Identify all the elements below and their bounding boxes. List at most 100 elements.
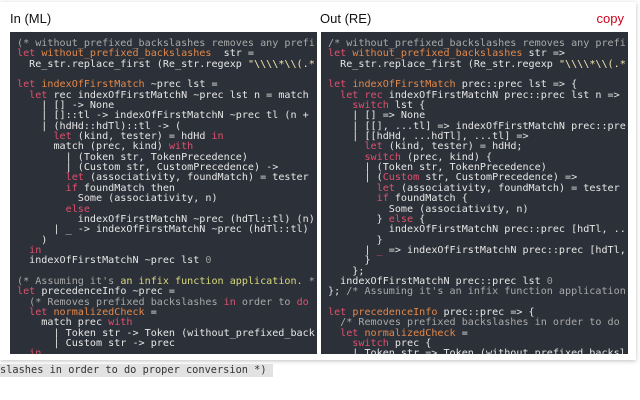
code-token: switch [328,151,408,163]
code-token: Re_str.replace_first (Re_str.regexp [328,58,559,70]
code-token: str => [522,48,566,60]
code-token: prec::prec => { [437,306,535,318]
code-token: 0 [546,275,553,287]
code-token: indexOfFirstMatchN prec::prec lst n => [388,89,620,101]
code-token: let [328,141,389,153]
code-token: indexOfFirstMatchN prec::prec lst [328,275,547,287]
code-token: with [108,317,133,329]
output-label: Out (RE) [320,11,372,26]
code-token: lst { [394,100,426,112]
code-token: (* Assuming it's [17,275,121,287]
code-token: let [17,89,54,101]
code-token: ) [17,234,48,246]
code-token: }; [328,286,347,298]
code-token: (associativity, foundMatch) = tester [400,182,620,194]
code-token: match (prec, kind) [17,141,169,153]
code-token: do [296,296,309,308]
code-token: let [328,79,353,91]
code-token: = [455,327,468,339]
code-token: Custom [382,172,420,184]
code-token: Some (associativity, n) [17,193,218,205]
code-token: without_prefixed_backslashes [352,48,523,60]
code-line: Re_str.replace_first (Re_str.regexp "\\\… [328,58,628,70]
code-token: match prec [17,317,109,329]
code-token: foundMatch { [394,193,468,205]
code-token: prec::prec lst => { [455,79,578,91]
code-token: indexOfFirstMatchN ~prec (hdTl::tl) (n) [17,213,315,225]
code-token: | ( [328,172,383,184]
code-token: } [328,234,383,246]
code-token: with [168,141,194,153]
code-token: Re_str.replace_first (Re_str.regexp [17,58,248,70]
code-line: } [328,256,628,266]
code-line: }; /* Assuming it's an infix function ap… [328,287,628,297]
input-label: In (ML) [10,11,52,26]
code-token: /* Removes prefixed backslashes in order… [328,317,620,329]
code-token: in [17,244,42,256]
code-token: (associativity, foundMatch) = tester [89,172,309,184]
code-token: let [17,172,90,184]
code-token: let [17,306,54,318]
code-line: | Custom str -> prec [17,338,317,349]
code-token: in [17,348,42,354]
copy-button[interactable]: copy [597,11,624,26]
code-token: in [223,296,236,308]
code-token: indexOfFirstMatch [41,79,145,91]
code-token: str = [211,48,255,60]
background-page-text: slashes in order to do proper conversion… [0,364,273,377]
code-token: = [144,306,157,318]
code-token: if [17,182,84,194]
code-token: "\\\\*\\(.* [558,58,626,70]
converter-panel: In (ML) Out (RE) copy (* without_prefixe… [0,2,636,360]
code-token: foundMatch then [83,182,176,194]
input-code-editor[interactable]: (* without_prefixed_backslashes removes … [10,32,317,354]
code-token: normalizedCheck [364,327,456,339]
code-token: let [328,327,365,339]
code-token: } [328,255,371,267]
code-line: in [17,349,317,354]
code-token: (kind, tester) = hdHd; [388,141,523,153]
code-line: Re_str.replace_first (Re_str.regexp "\\\… [17,58,317,70]
code-token: indexOfFirstMatchN ~prec lst [17,255,206,267]
code-token: rec indexOfFirstMatchN ~prec lst n = mat… [53,89,309,101]
code-token: let rec [328,89,389,101]
code-token: indexOfFirstMatchN prec::prec [hdTl, ... [328,224,628,236]
code-line: | Token str => Token (without_prefixed_b… [328,349,628,354]
code-token: | Token str => Token (without_prefixed_b… [328,348,626,354]
code-token: 0 [205,255,212,267]
code-token: | (Token str, TokenPrecedence) [17,151,248,163]
code-token: an infix function application. [120,275,303,287]
code-token: }; [328,265,365,277]
code-token: | [[], ...tl] => indexOfFirstMatchN prec… [328,120,626,132]
code-token: } [328,213,389,225]
code-token: Some (associativity, n) [328,203,529,215]
code-token: precedenceInfo [352,306,438,318]
code-token: without_prefixed_backslashes [41,48,212,60]
code-token: let [328,48,353,60]
code-token: "\\\\*\\(.* [247,58,315,70]
code-token: let [17,286,42,298]
code-token: let [328,182,401,194]
code-token: order to [235,296,297,308]
code-token: (prec, kind) { [407,151,493,163]
code-token: | (Token str, TokenPrecedence) [328,162,547,174]
code-token: else [388,213,414,225]
code-token: str, CustomPrecedence) => [419,172,578,184]
code-token: | Token str -> Token (without_prefixed_b… [17,327,315,339]
code-token: | [] => None [328,110,426,122]
code-token: let [17,48,42,60]
code-token: | (Custom str, CustomPrecedence) -> [17,162,279,174]
code-token: else [17,203,90,215]
code-token: | [] -> None [17,100,115,112]
code-token: switch [328,337,395,349]
code-token: * [302,275,315,287]
code-token: in [211,131,224,143]
code-token: let [328,306,353,318]
code-token: let [17,131,78,143]
code-token: (* Removes prefixed backslashes [17,296,224,308]
code-token: | [[hdHd, ...hdTl], ...tl] => [328,131,529,143]
code-token: /* Assuming it's an infix function appli… [346,286,626,298]
code-token: normalizedCheck [53,306,145,318]
code-token: /* without_prefixed_backslashes removes … [328,38,626,49]
code-token: let [17,79,42,91]
